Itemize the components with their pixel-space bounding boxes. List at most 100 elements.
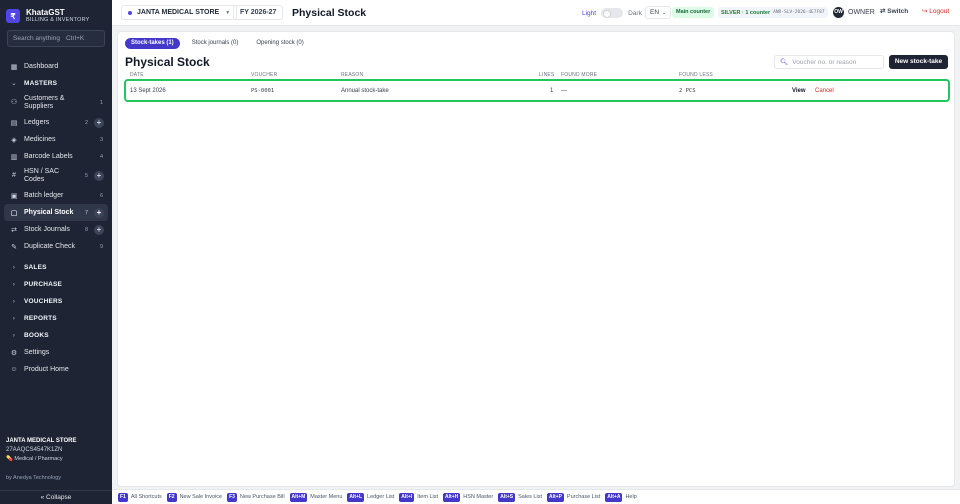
store-selector[interactable]: JANTA MEDICAL STORE ▼	[121, 5, 238, 20]
sidebar-item-settings[interactable]: ⚙ Settings	[4, 344, 108, 361]
shortcut-help[interactable]: Alt+A Help	[605, 492, 637, 502]
shortcut-ledger-list[interactable]: Alt+L Ledger List	[347, 492, 395, 502]
clipboard-icon: ▢	[10, 209, 18, 217]
sidebar-item-medicines[interactable]: ◈ Medicines 3	[4, 131, 108, 148]
sidebar-item-label: Duplicate Check	[24, 243, 75, 250]
sidebar-item-ledgers[interactable]: ▤ Ledgers 2 +	[4, 114, 108, 131]
section-label: VOUCHERS	[24, 298, 63, 305]
sidebar-section-reports[interactable]: › REPORTS	[4, 310, 108, 327]
sidebar-item-count: 9	[99, 243, 103, 250]
shortcut-label: New Purchase Bill	[239, 494, 285, 500]
tab-stock-journals[interactable]: Stock journals (0)	[186, 38, 245, 49]
shuffle-icon: ⇄	[11, 226, 17, 234]
add-ledger-button[interactable]: +	[94, 117, 104, 128]
shortcut-master-menu[interactable]: Alt+M Master Menu	[289, 492, 342, 502]
theme-light-label: Light	[582, 9, 597, 17]
voucher-search-placeholder: Voucher no. or reason	[792, 58, 857, 66]
shortcut-label: Help	[625, 494, 637, 500]
store-info: JANTA MEDICAL STORE 27AAQCS4547K1ZN 💊 Me…	[6, 438, 110, 462]
cell-reason: Annual stock-take	[341, 88, 389, 94]
add-hsn-button[interactable]: +	[94, 171, 104, 181]
sidebar-search-input[interactable]: Search anything Ctrl+K	[7, 30, 105, 47]
sidebar-item-physical-stock[interactable]: ▢ Physical Stock 7 +	[4, 204, 108, 221]
cell-date: 13 Sept 2026	[130, 88, 166, 94]
sidebar-item-count: 4	[99, 153, 103, 160]
sidebar-item-label: Product Home	[24, 366, 69, 373]
sidebar-item-label: Stock Journals	[24, 226, 70, 233]
user-menu[interactable]: OW OWNER	[833, 7, 875, 18]
view-button[interactable]: View	[792, 88, 806, 94]
theme-toggle[interactable]: Light Dark	[582, 8, 642, 18]
chevron-right-icon: ›	[12, 332, 16, 339]
search-icon: 🔍︎	[780, 59, 789, 66]
sidebar-item-label: Ledgers	[24, 119, 50, 126]
chevron-right-icon: ›	[12, 264, 16, 271]
brand-name: KhataGST	[26, 8, 65, 17]
shortcut-label: Ledger List	[367, 494, 395, 500]
collapse-button[interactable]: « Collapse	[0, 490, 112, 504]
shortcut-key: Alt+L	[347, 492, 365, 502]
fy-selector[interactable]: FY 2026-27	[233, 5, 284, 20]
sidebar-item-barcode-labels[interactable]: ▥ Barcode Labels 4	[4, 148, 108, 165]
sidebar-section-books[interactable]: › BOOKS	[4, 327, 108, 344]
plan-badge: SILVER · 1 counter ANR-SLV-2026-4E7F87	[718, 7, 828, 18]
voucher-search-input[interactable]: 🔍︎ Voucher no. or reason	[774, 55, 884, 69]
sidebar-item-label: Dashboard	[24, 63, 59, 70]
shortcut-purchase-list[interactable]: Alt+P Purchase List	[546, 492, 600, 502]
shortcut-item-list[interactable]: Alt+I Item List	[399, 492, 438, 502]
shortcut-sales-list[interactable]: Alt+S Sales List	[498, 492, 542, 502]
table-header: DATE VOUCHER REASON LINES FOUND MORE FOU…	[125, 71, 949, 79]
shortcut-label: Sales List	[518, 494, 542, 500]
add-physical-stock-button[interactable]: +	[94, 207, 104, 218]
sidebar-section-masters[interactable]: ⌄ MASTERS	[4, 75, 108, 92]
shortcut-label: HSN Master	[463, 494, 494, 500]
user-icon: ☺	[10, 366, 18, 373]
sidebar-item-count: 7	[84, 209, 88, 216]
gear-icon: ⚙	[10, 349, 18, 357]
sidebar-item-dashboard[interactable]: ▦ Dashboard	[4, 58, 108, 75]
sidebar-item-product-home[interactable]: ☺ Product Home	[4, 361, 108, 378]
sidebar-item-count: 2	[84, 119, 88, 126]
brand[interactable]: ₹ KhataGST BILLING & INVENTORY	[6, 6, 110, 26]
shortcut-new-purchase[interactable]: F3 New Purchase Bill	[227, 492, 285, 502]
shortcut-new-sale[interactable]: F2 New Sale Invoice	[166, 492, 222, 502]
sidebar-item-duplicate-check[interactable]: ✎ Duplicate Check 9	[4, 238, 108, 255]
sidebar-item-customers-suppliers[interactable]: ⚇ Customers & Suppliers 1	[4, 92, 108, 114]
table-row[interactable]: 13 Sept 2026 PS-0001 Annual stock-take 1…	[124, 79, 950, 102]
license-key: ANR-SLV-2026-4E7F87	[773, 10, 825, 15]
sidebar-section-purchase[interactable]: › PURCHASE	[4, 276, 108, 293]
main-card: Stock-takes (1) Stock journals (0) Openi…	[117, 31, 955, 487]
shortcut-all[interactable]: F1 All Shortcuts	[118, 492, 162, 502]
add-stock-journal-button[interactable]: +	[94, 224, 104, 235]
language-select[interactable]: EN ⌄	[645, 6, 672, 19]
sidebar-item-hsn-sac-codes[interactable]: # HSN / SAC Codes 5 +	[4, 165, 108, 187]
shortcut-hsn-master[interactable]: Alt+H HSN Master	[443, 492, 494, 502]
pen-icon: ✎	[11, 243, 17, 251]
tab-opening-stock[interactable]: Opening stock (0)	[250, 38, 309, 49]
cell-voucher: PS-0001	[251, 88, 275, 94]
sidebar-section-sales[interactable]: › SALES	[4, 259, 108, 276]
shortcut-key: F2	[166, 492, 177, 502]
shortcut-label: All Shortcuts	[130, 494, 162, 500]
column-header: FOUND MORE	[561, 72, 598, 78]
store-name: JANTA MEDICAL STORE	[6, 438, 77, 444]
section-label: BOOKS	[24, 332, 49, 339]
switch-button[interactable]: ⇄ Switch	[880, 7, 908, 15]
store-type-label: Medical / Pharmacy	[14, 456, 63, 462]
store-selector-label: JANTA MEDICAL STORE	[137, 9, 220, 16]
section-label: REPORTS	[24, 315, 57, 322]
logout-icon: ↪	[922, 8, 928, 15]
logout-button[interactable]: ↪ Logout	[922, 7, 949, 15]
shortcut-key: Alt+A	[605, 492, 623, 502]
sidebar-item-batch-ledger[interactable]: ▣ Batch ledger 6	[4, 187, 108, 204]
sidebar-item-stock-journals[interactable]: ⇄ Stock Journals 8 +	[4, 221, 108, 238]
new-stock-take-button[interactable]: New stock-take	[889, 55, 948, 69]
cell-lines: 1	[550, 88, 554, 94]
switch-icon: ⇄	[880, 8, 886, 15]
theme-switch[interactable]	[601, 8, 624, 18]
cancel-button[interactable]: Cancel	[815, 88, 834, 94]
pill-icon: 💊	[6, 456, 13, 462]
tab-stock-takes[interactable]: Stock-takes (1)	[125, 38, 180, 49]
sidebar-section-vouchers[interactable]: › VOUCHERS	[4, 293, 108, 310]
sidebar-item-count: 8	[84, 226, 88, 233]
